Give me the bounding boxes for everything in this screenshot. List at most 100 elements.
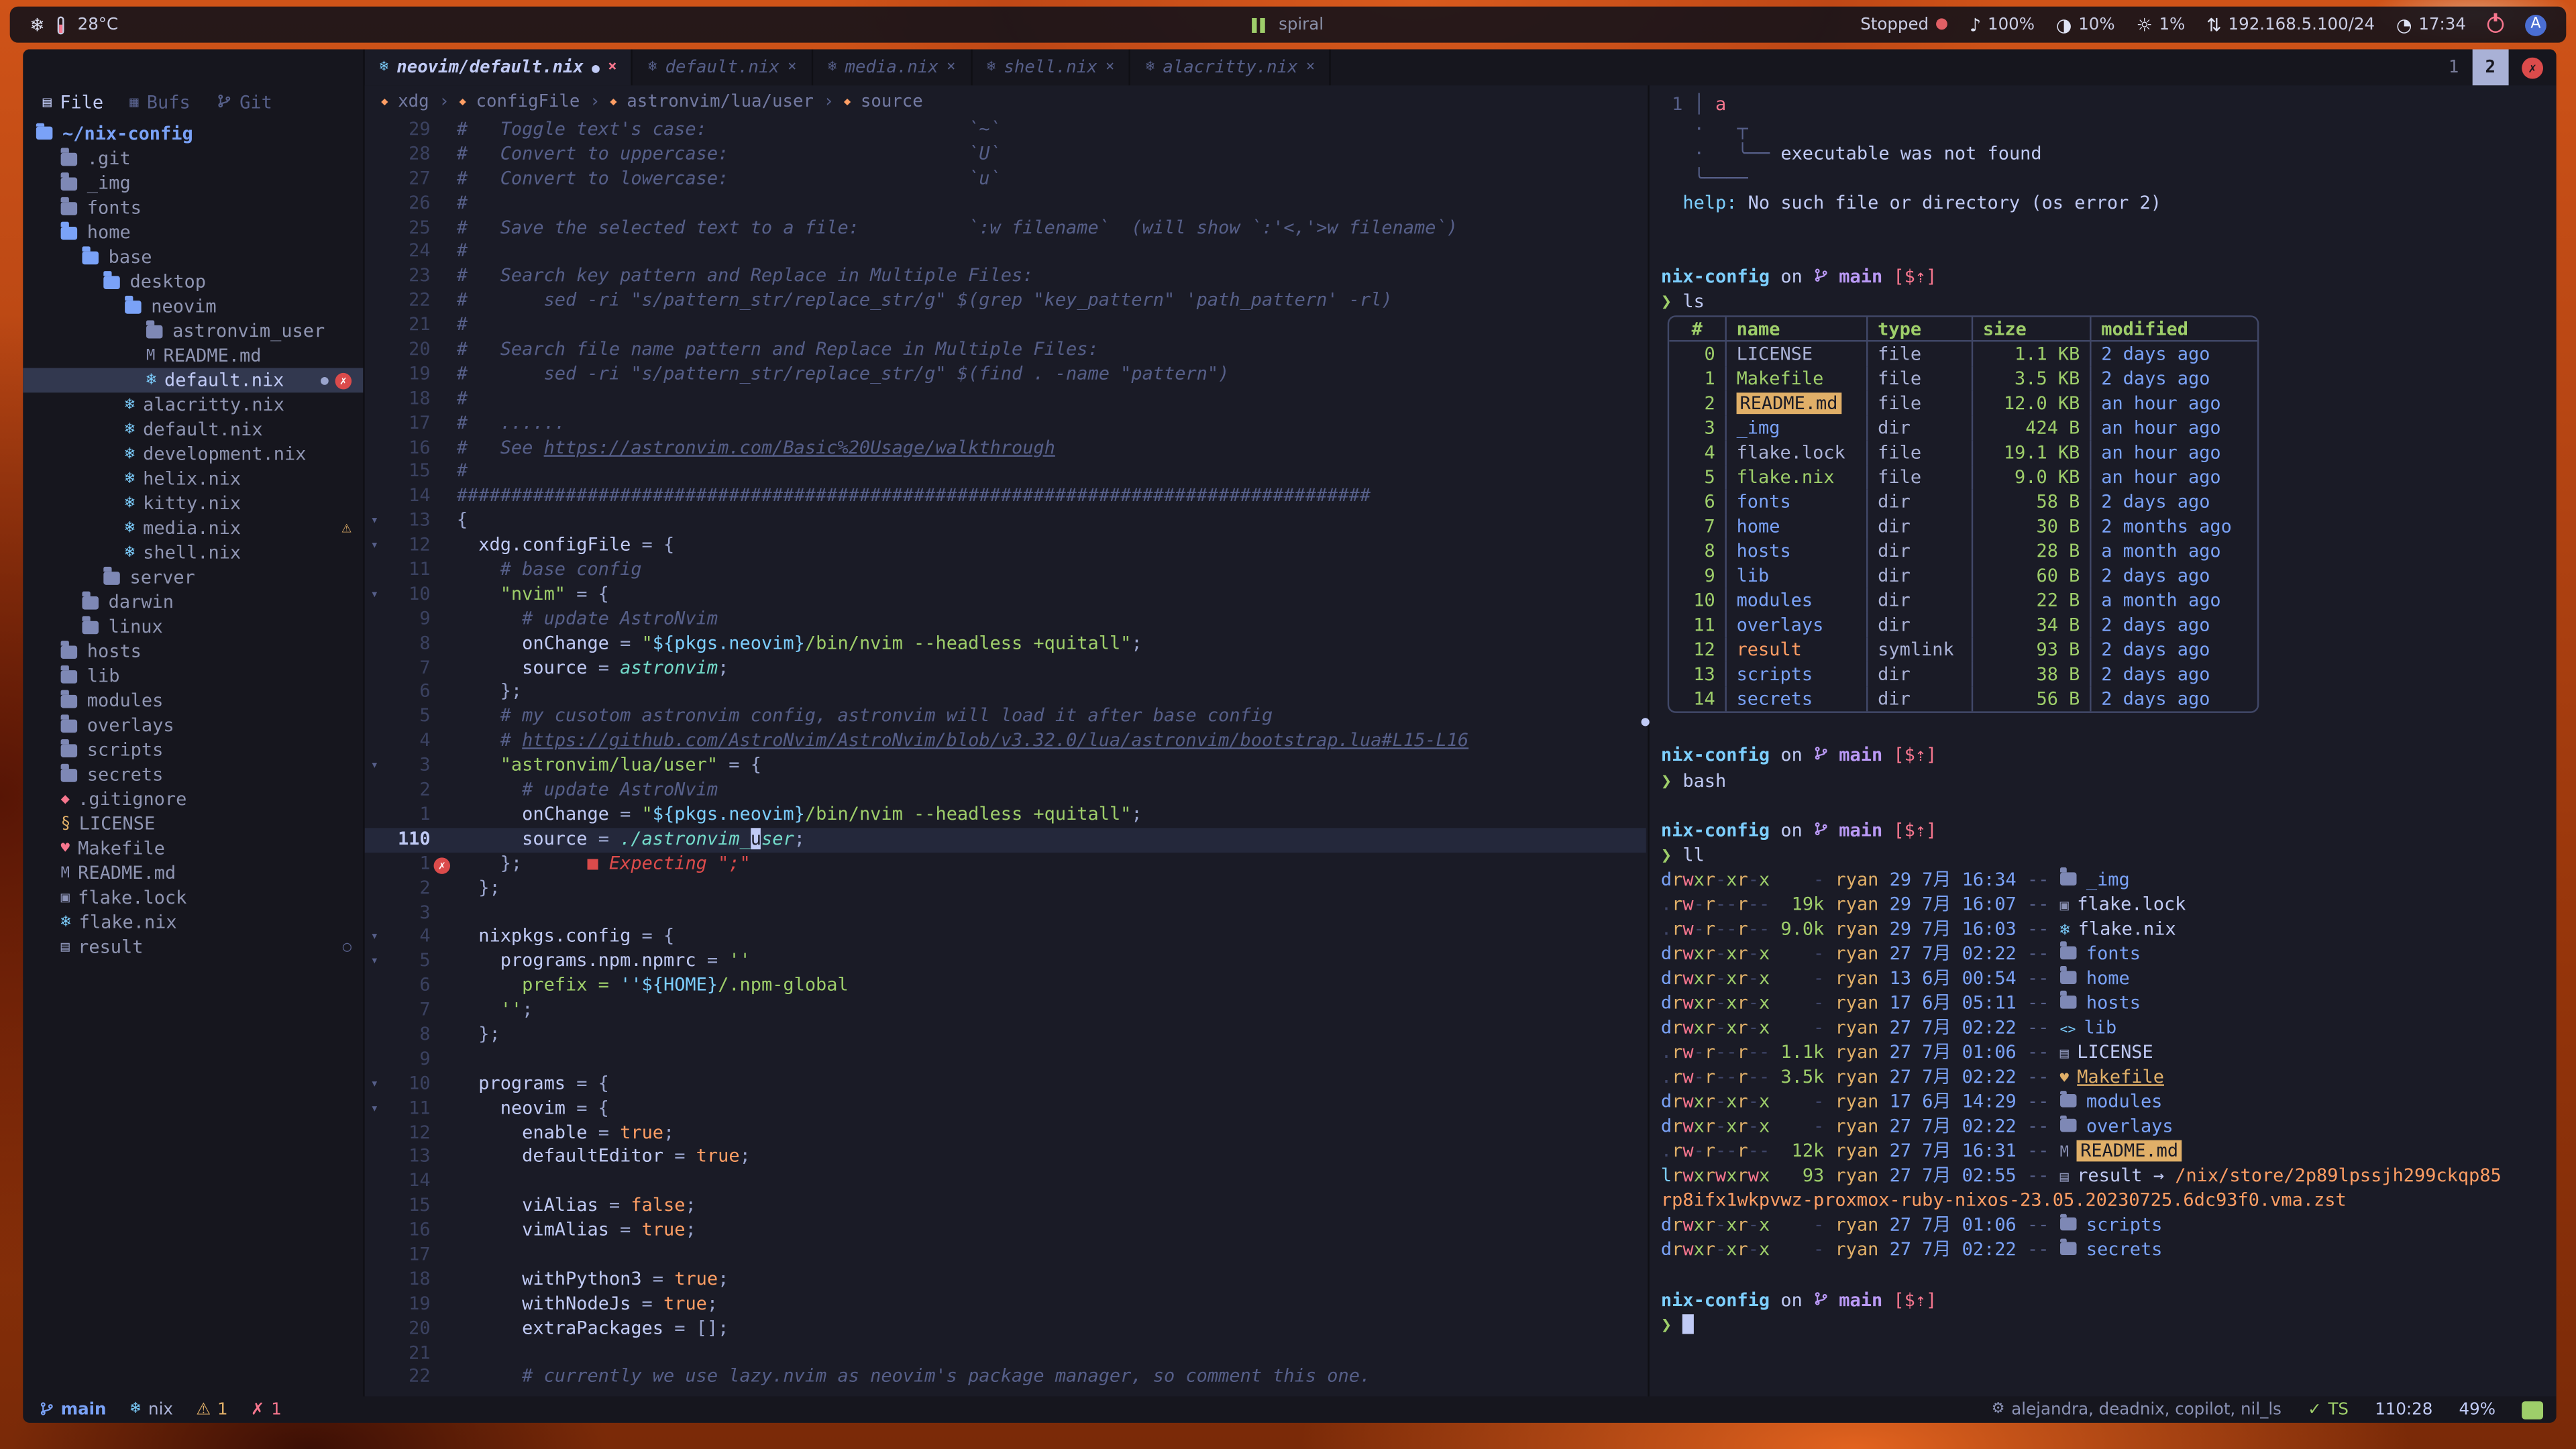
code-line[interactable]: 15 viAlias = false; — [365, 1195, 1646, 1219]
tree-item[interactable]: ◆.gitignore — [23, 787, 363, 812]
code-line[interactable]: 11 # base config — [365, 559, 1646, 583]
code-line[interactable]: ▾3 "astronvim/lua/user" = { — [365, 754, 1646, 778]
brightness-indicator[interactable]: ☼1% — [2136, 14, 2185, 36]
code-line[interactable]: ▾11 neovim = { — [365, 1097, 1646, 1121]
tree-item[interactable]: _img — [23, 171, 363, 196]
tree-item[interactable]: linux — [23, 614, 363, 639]
tabpage-indicator-1[interactable]: 1 — [2435, 49, 2472, 85]
code-line[interactable]: 16# See https://astronvim.com/Basic%20Us… — [365, 436, 1646, 460]
tab-close-icon[interactable]: × — [1306, 59, 1315, 75]
tree-item[interactable]: desktop — [23, 270, 363, 294]
code-line[interactable]: 16 vimAlias = true; — [365, 1219, 1646, 1243]
code-line[interactable]: ▾10 programs = { — [365, 1073, 1646, 1097]
tree-item[interactable]: ❄flake.nix — [23, 910, 363, 935]
code-line[interactable]: 20 extraPackages = []; — [365, 1317, 1646, 1341]
breadcrumb-item[interactable]: configFile — [476, 92, 580, 111]
tree-item[interactable]: ❄alacritty.nix — [23, 392, 363, 417]
code-line[interactable]: 20# Search file name pattern and Replace… — [365, 339, 1646, 363]
tree-item[interactable]: secrets — [23, 762, 363, 787]
tree-item[interactable]: server — [23, 565, 363, 590]
tree-item[interactable]: darwin — [23, 590, 363, 614]
code-line[interactable]: 7 ''; — [365, 999, 1646, 1023]
code-line[interactable]: 5 # my cusotom astronvim config, astronv… — [365, 706, 1646, 730]
code-line[interactable]: 2 # update AstroNvim — [365, 779, 1646, 803]
code-line[interactable]: 6 prefix = ''${HOME}/.npm-global — [365, 975, 1646, 999]
editor-tab[interactable]: ❄neovim/default.nix●× — [365, 49, 633, 85]
network-indicator[interactable]: ⇅192.168.5.100/24 — [2206, 14, 2375, 36]
tree-item[interactable]: hosts — [23, 639, 363, 664]
tree-item[interactable]: neovim — [23, 294, 363, 319]
breadcrumb-item[interactable]: source — [861, 92, 923, 111]
code-line[interactable]: 18 withPython3 = true; — [365, 1268, 1646, 1292]
tree-item[interactable]: ❄shell.nix — [23, 541, 363, 566]
code-line[interactable]: 25# Save the selected text to a file: `:… — [365, 216, 1646, 240]
code-line[interactable]: ▾13{ — [365, 510, 1646, 534]
tree-item[interactable]: MREADME.md — [23, 861, 363, 885]
diagnostics-errors[interactable]: ✗ 1 — [251, 1401, 282, 1419]
tree-item[interactable]: overlays — [23, 713, 363, 738]
tree-item[interactable]: ♥Makefile — [23, 837, 363, 861]
tab-close-icon[interactable]: × — [947, 59, 955, 75]
code-line[interactable]: 8 }; — [365, 1024, 1646, 1048]
code-line[interactable]: 15# — [365, 461, 1646, 485]
tree-item[interactable]: modules — [23, 688, 363, 713]
editor-tab[interactable]: ❄shell.nix× — [972, 49, 1131, 85]
code-line[interactable]: 27# Convert to lowercase: `u` — [365, 167, 1646, 191]
volume-indicator[interactable]: ♪100% — [1970, 14, 2035, 36]
code-line[interactable]: 4 # https://github.com/AstroNvim/AstroNv… — [365, 730, 1646, 754]
tree-item[interactable]: scripts — [23, 738, 363, 763]
tree-item[interactable]: ▣flake.lock — [23, 885, 363, 910]
tab-close-icon[interactable]: × — [608, 59, 616, 75]
tree-item[interactable]: ❄helix.nix — [23, 467, 363, 492]
power-icon[interactable] — [2487, 16, 2504, 32]
code-line[interactable]: 1 onChange = "${pkgs.neovim}/bin/nvim --… — [365, 803, 1646, 827]
git-branch[interactable]: main — [40, 1399, 107, 1420]
code-line[interactable]: ▾5 programs.npm.npmrc = '' — [365, 950, 1646, 974]
tree-item[interactable]: astronvim_user — [23, 319, 363, 343]
diagnostics-warnings[interactable]: ⚠ 1 — [196, 1401, 227, 1419]
tree-item[interactable]: ❄media.nix⚠ — [23, 516, 363, 541]
code-line[interactable]: 13 defaultEditor = true; — [365, 1146, 1646, 1170]
code-line[interactable]: 29# Toggle text's case: `~` — [365, 118, 1646, 142]
gauge-indicator[interactable]: ◑10% — [2056, 14, 2115, 36]
sidebar-source-tab-file[interactable]: ▤File — [43, 92, 103, 113]
editor-tab[interactable]: ❄media.nix× — [813, 49, 972, 85]
code-line[interactable]: ▾10 "nvim" = { — [365, 583, 1646, 607]
tree-item[interactable]: base — [23, 245, 363, 270]
tab-close-icon[interactable]: × — [1106, 59, 1114, 75]
code-line[interactable]: 21 — [365, 1342, 1646, 1366]
tabpage-indicator-2[interactable]: 2 — [2472, 49, 2509, 85]
code-line[interactable]: 7 source = astronvim; — [365, 657, 1646, 681]
code-line[interactable]: 19# sed -ri "s/pattern_str/replace_str/g… — [365, 363, 1646, 387]
code-line[interactable]: 24# — [365, 241, 1646, 265]
code-line[interactable]: ▾12 xdg.configFile = { — [365, 534, 1646, 558]
code-line[interactable]: 9 # update AstroNvim — [365, 608, 1646, 632]
code-line[interactable]: 110 source = ./astronvim_user; — [365, 828, 1646, 852]
tree-item[interactable]: home — [23, 220, 363, 245]
tree-item[interactable]: ❄kitty.nix — [23, 491, 363, 516]
breadcrumb-item[interactable]: xdg — [398, 92, 429, 111]
code-line[interactable]: ▾4 nixpkgs.config = { — [365, 926, 1646, 950]
tree-item[interactable]: fonts — [23, 195, 363, 220]
tree-item[interactable]: ❄development.nix — [23, 442, 363, 467]
code-line[interactable]: 17# ...... — [365, 412, 1646, 436]
code-line[interactable]: 26# — [365, 192, 1646, 216]
code-line[interactable]: 1✗ }; ■ Expecting ";" — [365, 852, 1646, 876]
code-line[interactable]: 8 onChange = "${pkgs.neovim}/bin/nvim --… — [365, 632, 1646, 656]
breadcrumb-item[interactable]: astronvim/lua/user — [627, 92, 814, 111]
tree-item[interactable]: MREADME.md — [23, 343, 363, 368]
tree-item[interactable]: .git — [23, 146, 363, 171]
code-line[interactable]: 17 — [365, 1244, 1646, 1268]
tab-close-icon[interactable]: × — [788, 59, 796, 75]
code-line[interactable]: 6 }; — [365, 681, 1646, 705]
tree-item[interactable]: ❄default.nix●✗ — [23, 368, 363, 393]
tree-item[interactable]: ▤result○ — [23, 934, 363, 959]
tree-item[interactable]: ❄default.nix — [23, 417, 363, 442]
terminal-pane[interactable]: 1 │ a · ┬ · ╰── executable was not found… — [1648, 85, 2556, 1396]
code-line[interactable]: 22# sed -ri "s/pattern_str/replace_str/g… — [365, 290, 1646, 314]
code-line[interactable]: 19 withNodeJs = true; — [365, 1293, 1646, 1317]
code-line[interactable]: 3 — [365, 901, 1646, 925]
window-separator-handle[interactable] — [1642, 718, 1650, 726]
code-line[interactable]: 23# Search key pattern and Replace in Mu… — [365, 265, 1646, 289]
code-line[interactable]: 12 enable = true; — [365, 1121, 1646, 1145]
